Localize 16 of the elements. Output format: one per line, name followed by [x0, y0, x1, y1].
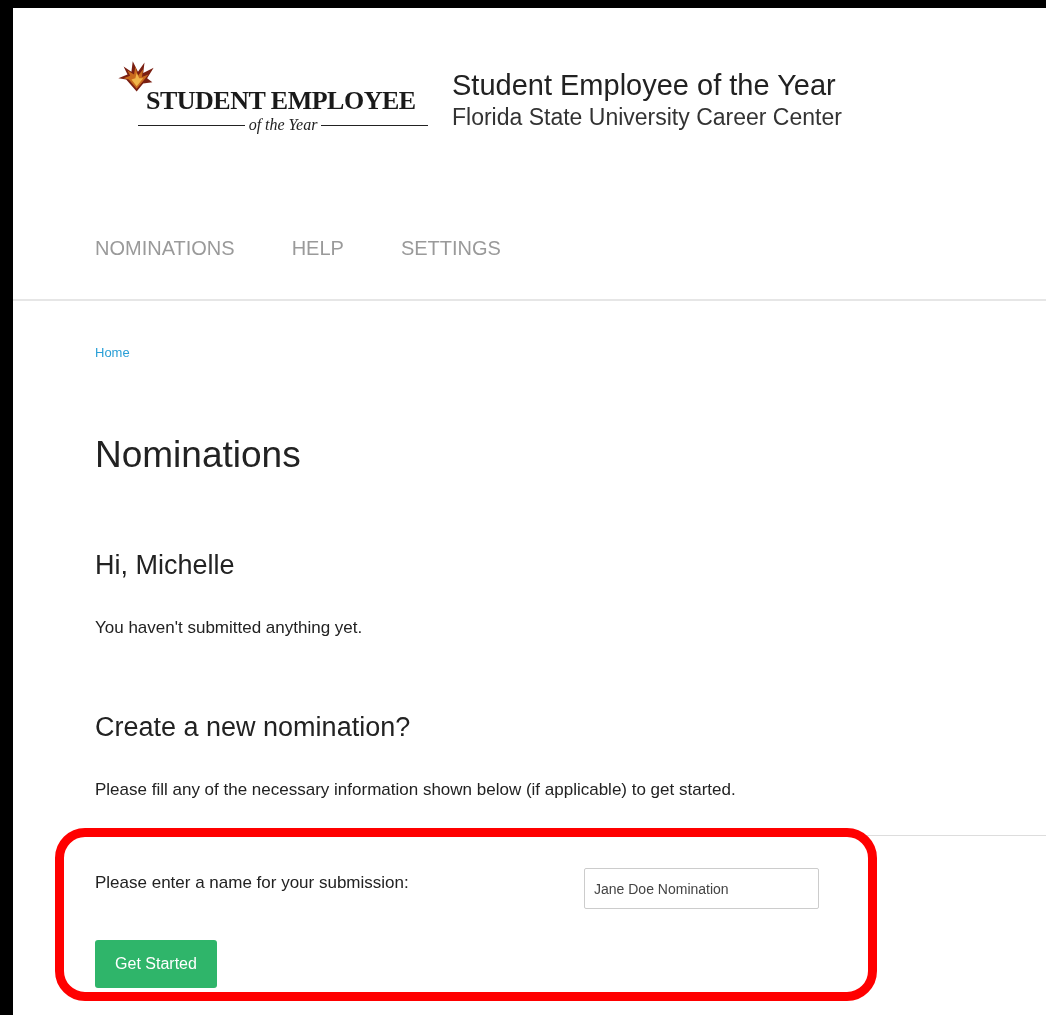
greeting: Hi, Michelle: [95, 549, 236, 581]
site-subtitle: Florida State University Career Center: [452, 103, 842, 132]
field-label: Please enter a name for your submission:: [95, 872, 410, 894]
section-title: Create a new nomination?: [95, 711, 412, 743]
status-message: You haven't submitted anything yet.: [95, 617, 364, 639]
page-title: Nominations: [95, 433, 302, 477]
logo-title: STUDENT EMPLOYEE: [146, 86, 417, 116]
get-started-button[interactable]: Get Started: [95, 940, 217, 988]
input-field[interactable]: Jane Doe Nomination: [584, 868, 819, 909]
logo-subtitle: of the Year: [248, 116, 318, 134]
nav-link[interactable]: SETTINGS: [400, 236, 501, 260]
nav-link[interactable]: NOMINATIONS: [95, 236, 235, 260]
site-title: Student Employee of the Year: [452, 68, 837, 102]
breadcrumb-link[interactable]: Home: [95, 343, 130, 363]
instructions: Please fill any of the necessary information shown below (if applicable) to get started.: [95, 779, 737, 801]
nav-link[interactable]: HELP: [291, 236, 344, 260]
